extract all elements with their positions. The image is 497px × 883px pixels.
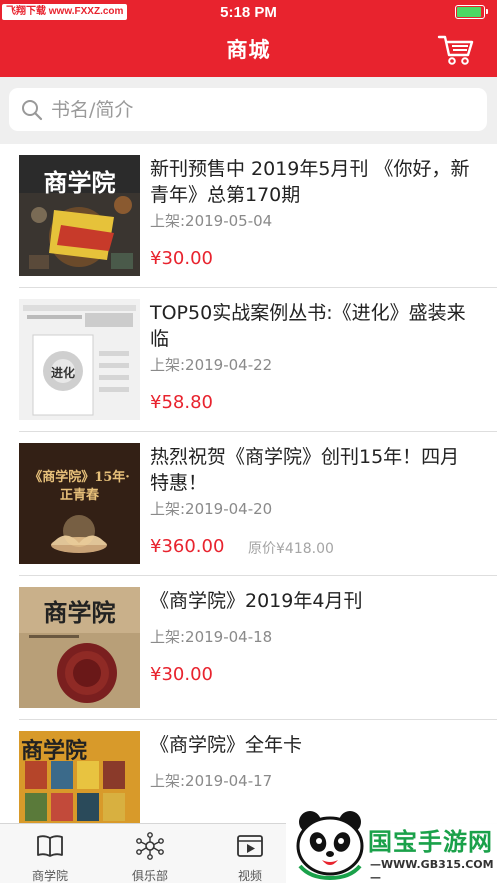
product-list: 商学院 新刊预售中 2019年5月刊 《你好，新青年》总第170期 上架:201…: [0, 144, 497, 864]
tab-video[interactable]: 视频: [200, 824, 300, 883]
product-date: 上架:2019-05-04: [150, 212, 273, 230]
product-cover: 进化: [19, 299, 140, 420]
product-title: 《商学院》2019年4月刊: [150, 590, 363, 612]
battery-level: [457, 7, 481, 17]
product-date: 上架:2019-04-17: [150, 772, 273, 790]
product-price: ¥30.00: [150, 248, 213, 269]
tab-business-school[interactable]: 商学院: [0, 824, 100, 883]
search-icon: [22, 100, 43, 121]
status-time: 5:18 PM: [220, 4, 277, 21]
tab-label: 视频: [237, 869, 262, 883]
product-price: ¥58.80: [150, 392, 213, 413]
product-date: 上架:2019-04-18: [150, 628, 273, 646]
tab-label: 俱乐部: [131, 869, 168, 883]
cover-title: 商学院: [43, 168, 116, 197]
cover-title: 商学院: [43, 598, 116, 627]
product-title: 新刊预售中 2019年5月刊 《你好，新青年》总第170期: [150, 158, 470, 206]
product-title: 《商学院》全年卡: [150, 734, 303, 756]
product-date: 上架:2019-04-20: [150, 500, 273, 518]
shopping-cart-button[interactable]: [437, 33, 475, 67]
product-cover: 商学院: [19, 155, 140, 276]
search-input[interactable]: [51, 88, 471, 131]
logo-url: —WWW.GB315.COM—: [370, 858, 494, 883]
cover-title: 《商学院》15年·正青春: [29, 470, 130, 503]
product-item[interactable]: 《商学院》15年·正青春 热烈祝贺《商学院》创刊15年！四月特惠！ 上架:201…: [0, 432, 497, 576]
product-price: ¥360.00: [150, 536, 225, 557]
original-price: 原价¥418.00: [248, 541, 334, 557]
video-icon: [237, 835, 263, 857]
product-date: 上架:2019-04-22: [150, 356, 273, 374]
network-icon: [136, 832, 164, 860]
cover-title: 商学院: [20, 738, 87, 764]
page-title: 商城: [226, 39, 271, 62]
product-item[interactable]: 商学院 《商学院》2019年4月刊 上架:2019-04-18 ¥30.00: [0, 576, 497, 720]
battery-icon: [455, 5, 488, 19]
panda-logo-icon: [296, 811, 364, 881]
shopping-cart-icon: [437, 35, 474, 65]
product-title: TOP50实战案例丛书:《进化》盛装来临: [150, 302, 466, 350]
product-item[interactable]: 商学院 新刊预售中 2019年5月刊 《你好，新青年》总第170期 上架:201…: [0, 144, 497, 288]
product-price: ¥30.00: [150, 664, 213, 685]
tab-label: 商学院: [31, 869, 68, 883]
search-bar: [0, 77, 497, 144]
top-bar: 飞翔下载 www.FXXZ.com 5:18 PM 商城: [0, 0, 497, 77]
product-cover: 商学院: [19, 587, 140, 708]
cover-title: 进化: [50, 366, 75, 380]
product-item[interactable]: 进化 TOP50实战案例丛书:《进化》盛装来临 上架:2019-04-22 ¥5…: [0, 288, 497, 432]
product-cover: 《商学院》15年·正青春: [19, 443, 140, 564]
product-title: 热烈祝贺《商学院》创刊15年！四月特惠！: [150, 446, 460, 494]
corner-watermark-logo: 国宝手游网 —WWW.GB315.COM—: [286, 800, 497, 883]
tab-club[interactable]: 俱乐部: [100, 824, 200, 883]
book-icon: [37, 835, 63, 857]
search-box[interactable]: [9, 88, 487, 131]
logo-brand-name: 国宝手游网: [368, 828, 493, 856]
